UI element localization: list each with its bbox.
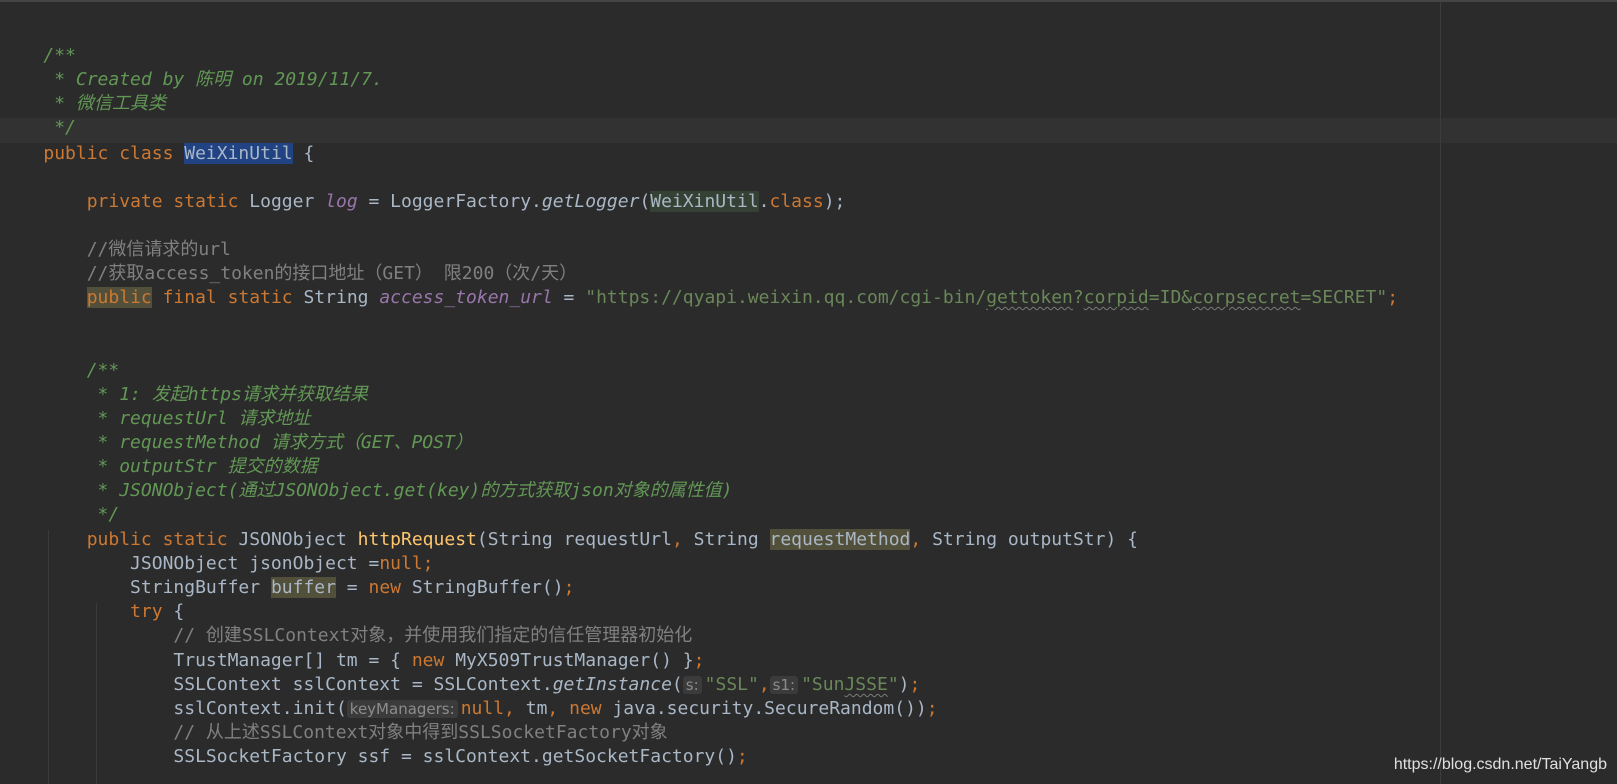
right-margin-guide xyxy=(1440,2,1441,784)
string-literal: =ID& xyxy=(1148,287,1193,308)
code-line: * JSONObject(通过JSONObject.get(key)的方式获取j… xyxy=(0,455,733,501)
code-line: // 从上述SSLContext对象中得到SSLSocketFactory对象 xyxy=(0,697,667,743)
field-name: access_token_url xyxy=(379,287,553,308)
code-text: = xyxy=(552,287,586,308)
keyword: public class xyxy=(43,143,185,164)
code-line: * requestMethod 请求方式（GET、POST） xyxy=(0,407,473,453)
code-line: */ xyxy=(0,92,76,138)
parameter-highlight: requestMethod xyxy=(769,529,911,550)
variable-highlight: buffer xyxy=(270,577,336,598)
code-text: ); xyxy=(823,191,846,212)
code-text: String outputStr) { xyxy=(932,529,1138,550)
code-text: ( xyxy=(639,191,651,212)
field-name: log xyxy=(325,191,358,212)
code-line: */ xyxy=(0,479,120,525)
code-text: (String requestUrl xyxy=(476,529,672,550)
class-name-selected[interactable]: WeiXinUtil xyxy=(184,143,293,164)
semicolon: ; xyxy=(1387,287,1399,308)
keyword: class xyxy=(769,191,824,212)
code-line: * Created by 陈明 on 2019/11/7. xyxy=(0,44,383,90)
class-reference-highlight: WeiXinUtil xyxy=(650,191,759,212)
doc-comment: * JSONObject(通过JSONObject.get(key)的方式获取j… xyxy=(43,480,733,501)
keyword-warning-highlight: public xyxy=(86,287,152,308)
semicolon: ; xyxy=(926,698,938,719)
comma: , xyxy=(910,529,933,550)
code-line: /** xyxy=(0,20,76,66)
string-typo: corpsecret xyxy=(1192,287,1301,308)
comma: , xyxy=(671,529,694,550)
code-line: //获取access_token的接口地址（GET） 限200（次/天） xyxy=(0,238,577,284)
keyword: new xyxy=(368,577,412,598)
code-line: TrustManager[] tm = { new MyX509TrustMan… xyxy=(0,625,704,671)
string-literal: =SECRET" xyxy=(1300,287,1388,308)
code-line: public static JSONObject httpRequest(Str… xyxy=(0,504,1138,550)
type-name: Logger xyxy=(249,191,326,212)
string-literal: ? xyxy=(1072,287,1084,308)
code-line: try { xyxy=(0,576,184,622)
code-text: SSLSocketFactory ssf = sslContext.getSoc… xyxy=(43,746,737,767)
string-literal: "https://qyapi.weixin.qq.com/cgi-bin/ xyxy=(585,287,987,308)
code-line: SSLContext sslContext = SSLContext.getIn… xyxy=(0,649,920,695)
code-line: JSONObject jsonObject =null; xyxy=(0,528,433,574)
code-line: SSLSocketFactory ssf = sslContext.getSoc… xyxy=(0,721,747,767)
code-line: private static Logger log = LoggerFactor… xyxy=(0,166,845,212)
code-line: * outputStr 提交的数据 xyxy=(0,431,318,477)
code-text: . xyxy=(758,191,770,212)
code-line: StringBuffer buffer = new StringBuffer()… xyxy=(0,552,574,598)
code-line: sslContext.init(keyManagers: null, tm, ne… xyxy=(0,673,937,719)
code-line: public class WeiXinUtil { xyxy=(0,118,314,164)
type-name: String xyxy=(693,529,770,550)
code-line: public final static String access_token_… xyxy=(0,262,1398,308)
code-line: * 1: 发起https请求并获取结果 xyxy=(0,359,368,405)
watermark-url: https://blog.csdn.net/TaiYangb xyxy=(1393,756,1607,773)
type-name: String xyxy=(303,287,380,308)
string-typo: corpid xyxy=(1083,287,1149,308)
code-text: = LoggerFactory. xyxy=(357,191,542,212)
semicolon: ; xyxy=(563,577,575,598)
code-editor[interactable]: /** * Created by 陈明 on 2019/11/7. * 微信工具… xyxy=(0,0,1617,784)
method-call: getLogger xyxy=(541,191,640,212)
editor-top-border xyxy=(0,0,1617,2)
semicolon: ; xyxy=(736,746,748,767)
code-line: //微信请求的url xyxy=(0,214,231,260)
code-line: // 创建SSLContext对象，并使用我们指定的信任管理器初始化 xyxy=(0,600,692,646)
code-text: { xyxy=(292,143,315,164)
keyword: private static xyxy=(86,191,250,212)
keyword: final static xyxy=(151,287,304,308)
code-line: /** xyxy=(0,335,120,381)
string-typo: gettoken xyxy=(986,287,1073,308)
code-text: = xyxy=(335,577,369,598)
code-line: * requestUrl 请求地址 xyxy=(0,383,311,429)
code-text: StringBuffer() xyxy=(411,577,564,598)
code-line: * 微信工具类 xyxy=(0,68,166,114)
